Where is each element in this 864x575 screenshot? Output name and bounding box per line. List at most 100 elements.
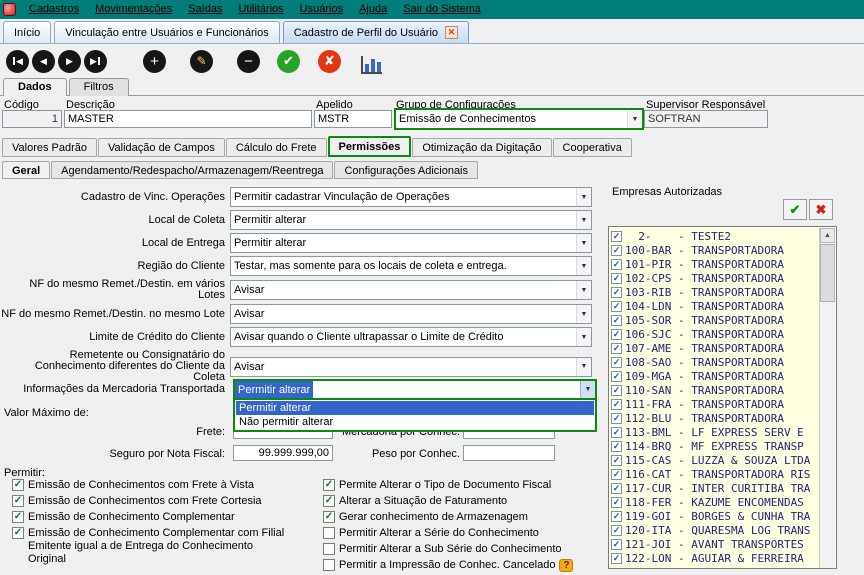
grupo-configuracoes-combo[interactable]: Emissão de Conhecimentos — [394, 108, 644, 130]
tab-permissoes[interactable]: Permissões — [328, 136, 412, 157]
empresas-scrollbar[interactable] — [819, 228, 835, 569]
tab-calculo-do-frete[interactable]: Cálculo do Frete — [226, 138, 327, 157]
chevron-down-icon[interactable] — [576, 257, 591, 275]
tab-otimizacao-da-digitacao[interactable]: Otimização da Digitação — [412, 138, 551, 157]
tab-agendamento-redespacho-armazenagem-reent[interactable]: Agendamento/Redespacho/Armazenagem/Reent… — [51, 161, 333, 179]
combo-nf-do-mesmo-remet-destin-em-varios-lotes[interactable]: Avisar — [230, 280, 592, 300]
toolbar-confirm-button[interactable]: ✔ — [277, 50, 300, 73]
tab-vinculacao-entre-usuarios-e-funcionarios[interactable]: Vinculação entre Usuários e Funcionários — [54, 21, 279, 43]
empresa-row[interactable]: ✓ 2- - TESTE2 — [611, 229, 836, 243]
empresa-row[interactable]: ✓119-GOI - BORGES & CUNHA TRA — [611, 509, 836, 523]
dropdown-option-permitir-alterar[interactable]: Permitir alterar — [236, 401, 594, 415]
menu-item-cadastros[interactable]: Cadastros — [21, 1, 87, 18]
checkbox-item-emissao-de-conhecimento-complementar[interactable]: ✓Emissão de Conhecimento Complementar — [12, 511, 317, 524]
close-tab-icon[interactable]: ✕ — [445, 26, 458, 39]
menu-item-utilitarios[interactable]: Utilitários — [230, 1, 291, 18]
empresa-row[interactable]: ✓105-SOR - TRANSPORTADORA — [611, 313, 836, 327]
tab-cadastro-de-perfil-do-usuario[interactable]: Cadastro de Perfil do Usuário✕ — [283, 21, 469, 43]
checkbox[interactable]: ✓ — [611, 231, 622, 242]
checkbox-item-alterar-a-situacao-de-faturamento[interactable]: ✓Alterar a Situação de Faturamento — [323, 495, 623, 508]
checkbox[interactable]: ✓ — [611, 329, 622, 340]
empresa-row[interactable]: ✓115-CAS - LUZZA & SOUZA LTDA — [611, 453, 836, 467]
apelido-field[interactable] — [314, 110, 392, 128]
combo-cadastro-de-vinc-operacoes[interactable]: Permitir cadastrar Vinculação de Operaçõ… — [230, 187, 592, 207]
empresa-row[interactable]: ✓118-FER - KAZUME ENCOMENDAS — [611, 495, 836, 509]
checkbox[interactable]: ✓ — [12, 527, 24, 539]
checkbox[interactable]: ✓ — [611, 287, 622, 298]
uncheck-all-button[interactable] — [809, 199, 833, 220]
chevron-down-icon[interactable] — [580, 381, 595, 398]
checkbox[interactable]: ✓ — [611, 553, 622, 564]
checkbox[interactable]: ✓ — [12, 511, 24, 523]
checkbox-item-emissao-de-conhecimento-complementar-com[interactable]: ✓Emissão de Conhecimento Complementar co… — [12, 527, 317, 566]
checkbox[interactable]: ✓ — [611, 413, 622, 424]
checkbox[interactable]: ✓ — [611, 441, 622, 452]
toolbar-previous-record-button[interactable]: ◀ — [32, 50, 55, 73]
checkbox[interactable]: ✓ — [12, 495, 24, 507]
tab-filtros[interactable]: Filtros — [69, 78, 129, 96]
peso-field[interactable] — [463, 445, 555, 461]
combo-remetente-ou-consignatario-do-conhecimen[interactable]: Avisar — [230, 357, 592, 377]
empresa-row[interactable]: ✓100-BAR - TRANSPORTADORA — [611, 243, 836, 257]
empresa-row[interactable]: ✓106-SJC - TRANSPORTADORA — [611, 327, 836, 341]
chevron-down-icon[interactable] — [576, 328, 591, 346]
tab-valores-padrao[interactable]: Valores Padrão — [2, 138, 97, 157]
chevron-down-icon[interactable] — [576, 358, 591, 376]
checkbox-item-gerar-conhecimento-de-armazenagem[interactable]: ✓Gerar conhecimento de Armazenagem — [323, 511, 623, 524]
check-all-button[interactable] — [783, 199, 807, 220]
checkbox[interactable]: ✓ — [611, 315, 622, 326]
menu-item-movimentacoes[interactable]: Movimentações — [87, 1, 180, 18]
help-icon[interactable]: ? — [559, 559, 573, 572]
empresa-row[interactable]: ✓121-JOI - AVANT TRANSPORTES — [611, 537, 836, 551]
menu-item-ajuda[interactable]: Ajuda — [351, 1, 395, 18]
seguro-field[interactable] — [233, 445, 333, 461]
checkbox-item-permitir-a-impressao-de-conhec-cancelado[interactable]: Permitir a Impressão de Conhec. Cancelad… — [323, 559, 623, 572]
tab-inicio[interactable]: Início — [3, 21, 51, 43]
empresa-row[interactable]: ✓107-AME - TRANSPORTADORA — [611, 341, 836, 355]
checkbox[interactable]: ✓ — [611, 525, 622, 536]
toolbar-chart-button[interactable] — [358, 48, 384, 74]
menu-item-sair-do-sistema[interactable]: Sair do Sistema — [395, 1, 489, 18]
empresa-row[interactable]: ✓122-LON - AGUIAR & FERREIRA — [611, 551, 836, 565]
tab-configuracoes-adicionais[interactable]: Configurações Adicionais — [334, 161, 478, 179]
toolbar-last-record-button[interactable]: ▶ — [84, 50, 107, 73]
combo-field[interactable]: Permitir alterar — [235, 381, 595, 400]
tab-dados[interactable]: Dados — [3, 78, 67, 96]
scroll-thumb[interactable] — [820, 244, 835, 302]
tab-geral[interactable]: Geral — [2, 161, 50, 179]
combo-regiao-do-cliente[interactable]: Testar, mas somente para os locais de co… — [230, 256, 592, 276]
chevron-down-icon[interactable] — [576, 281, 591, 299]
scroll-up-icon[interactable] — [820, 228, 835, 243]
checkbox[interactable]: ✓ — [611, 455, 622, 466]
informacoes-mercadoria-combo-open[interactable]: Permitir alterar Permitir alterarNão per… — [233, 379, 597, 432]
toolbar-first-record-button[interactable]: ◀ — [6, 50, 29, 73]
descricao-field[interactable] — [64, 110, 312, 128]
checkbox[interactable]: ✓ — [611, 497, 622, 508]
checkbox[interactable]: ✓ — [611, 539, 622, 550]
checkbox[interactable]: ✓ — [611, 511, 622, 522]
empresa-row[interactable]: ✓108-SAO - TRANSPORTADORA — [611, 355, 836, 369]
empresa-row[interactable]: ✓104-LDN - TRANSPORTADORA — [611, 299, 836, 313]
checkbox[interactable]: ✓ — [611, 259, 622, 270]
checkbox[interactable] — [323, 543, 335, 555]
checkbox[interactable]: ✓ — [611, 273, 622, 284]
empresa-row[interactable]: ✓116-CAT - TRANSPORTADORA RIS — [611, 467, 836, 481]
toolbar-add-record-button[interactable]: + — [143, 50, 166, 73]
checkbox[interactable]: ✓ — [611, 483, 622, 494]
menu-item-usuarios[interactable]: Usuários — [292, 1, 351, 18]
checkbox[interactable]: ✓ — [323, 511, 335, 523]
toolbar-cancel-button[interactable]: ✘ — [318, 50, 341, 73]
empresa-row[interactable]: ✓117-CUR - INTER CURITIBA TRA — [611, 481, 836, 495]
combo-nf-do-mesmo-remet-destin-no-mesmo-lote[interactable]: Avisar — [230, 304, 592, 324]
toolbar-next-record-button[interactable]: ▶ — [58, 50, 81, 73]
chevron-down-icon[interactable] — [576, 188, 591, 206]
checkbox-item-permite-alterar-o-tipo-de-documento-fisc[interactable]: ✓Permite Alterar o Tipo de Documento Fis… — [323, 479, 623, 492]
chevron-down-icon[interactable] — [576, 305, 591, 323]
checkbox[interactable]: ✓ — [12, 479, 24, 491]
checkbox[interactable]: ✓ — [611, 357, 622, 368]
checkbox[interactable]: ✓ — [611, 301, 622, 312]
empresa-row[interactable]: ✓113-BML - LF EXPRESS SERV E — [611, 425, 836, 439]
empresa-row[interactable]: ✓109-MGA - TRANSPORTADORA — [611, 369, 836, 383]
empresa-row[interactable]: ✓110-SAN - TRANSPORTADORA — [611, 383, 836, 397]
checkbox[interactable]: ✓ — [611, 469, 622, 480]
